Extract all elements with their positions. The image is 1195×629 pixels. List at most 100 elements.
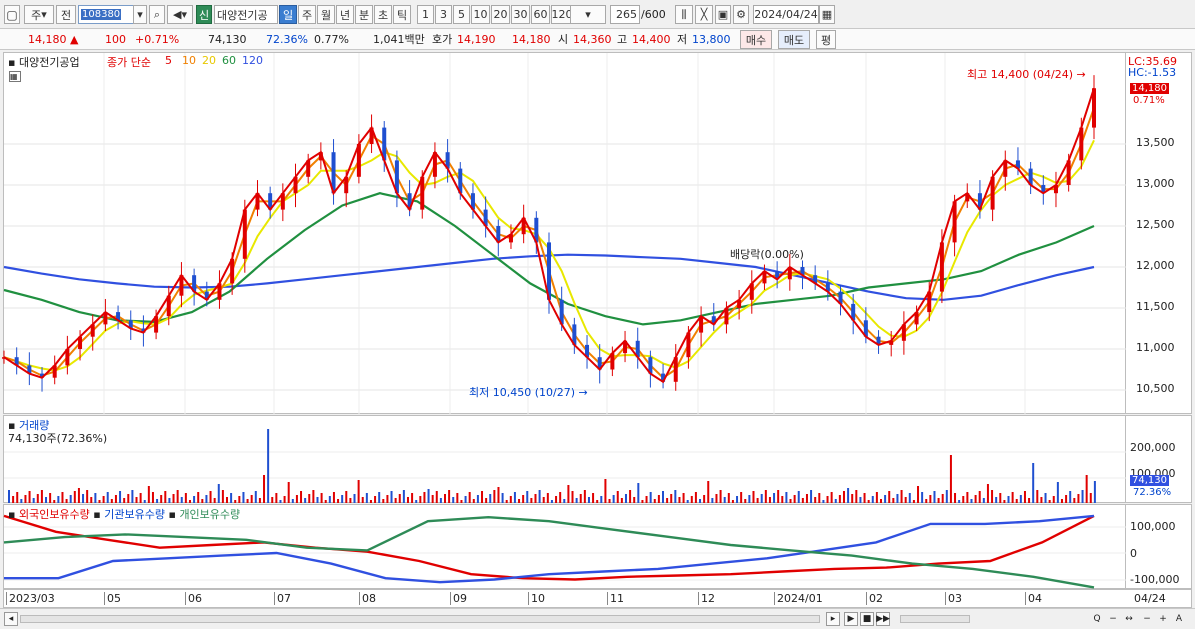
code-dropdown-icon[interactable]: ▾ bbox=[133, 5, 147, 24]
minute-button-4[interactable]: 20 bbox=[491, 5, 510, 24]
volume-bar-217 bbox=[900, 490, 903, 503]
volume-bar-125 bbox=[522, 495, 525, 503]
stop-icon[interactable]: ■ bbox=[860, 612, 874, 626]
date-input[interactable]: 2024/04/24 bbox=[753, 5, 819, 24]
search-icon[interactable]: ⌕ bbox=[149, 5, 165, 24]
period-tab-2[interactable]: 월 bbox=[317, 5, 335, 24]
volume-bar-120 bbox=[501, 493, 504, 503]
volume-bar-61 bbox=[258, 498, 261, 503]
save-icon[interactable]: ▣ bbox=[715, 5, 731, 24]
x-tick-2: 06 bbox=[185, 592, 202, 605]
volume-bar-215 bbox=[892, 498, 895, 503]
x-tick-12: 04 bbox=[1025, 592, 1042, 605]
volume-bar-9 bbox=[45, 497, 48, 503]
minus-icon[interactable]: − bbox=[1106, 612, 1120, 626]
volume-bar-154 bbox=[641, 500, 644, 503]
window-icon[interactable]: ▢ bbox=[4, 5, 20, 24]
period-tab-6[interactable]: 틱 bbox=[393, 5, 411, 24]
volume-bar-249 bbox=[1032, 463, 1035, 503]
scroll-right-icon[interactable]: ▸ bbox=[826, 612, 840, 626]
minute-button-6[interactable]: 60 bbox=[531, 5, 550, 24]
fast-forward-icon[interactable]: ▶▶ bbox=[876, 612, 890, 626]
sell-button[interactable]: 매도 bbox=[778, 30, 810, 49]
sound-icon[interactable]: ◀▾ bbox=[167, 5, 193, 24]
count-input[interactable]: 265 bbox=[610, 5, 640, 24]
volume-bar-163 bbox=[678, 497, 681, 503]
period-tab-3[interactable]: 년 bbox=[336, 5, 354, 24]
volume-bar-52 bbox=[221, 490, 224, 503]
period-tab-4[interactable]: 분 bbox=[355, 5, 373, 24]
volume-bar-99 bbox=[415, 500, 418, 503]
volume-bar-237 bbox=[982, 498, 985, 503]
volume-bar-75 bbox=[316, 497, 319, 503]
volume-bar-121 bbox=[505, 500, 508, 503]
volume-bar-32 bbox=[139, 493, 142, 503]
eval-button[interactable]: 평 bbox=[816, 30, 836, 49]
volume-bar-116 bbox=[485, 498, 488, 503]
period-tab-0[interactable]: 일 bbox=[279, 5, 297, 24]
volume-bar-146 bbox=[608, 499, 611, 503]
zoom-track[interactable] bbox=[900, 615, 970, 623]
add-icon[interactable]: + bbox=[1156, 612, 1170, 626]
zoom-in-icon[interactable]: Q bbox=[1090, 612, 1104, 626]
volume-bar-5 bbox=[28, 491, 31, 503]
volume-bar-180 bbox=[748, 495, 751, 503]
volume-bar-222 bbox=[921, 492, 924, 503]
minute-button-3[interactable]: 10 bbox=[471, 5, 490, 24]
volume-bar-107 bbox=[448, 490, 451, 503]
volume-bar-224 bbox=[929, 495, 932, 503]
volume-bar-11 bbox=[53, 500, 56, 503]
candle-type-icon[interactable]: ⫼ bbox=[675, 5, 693, 24]
volume-bar-30 bbox=[131, 490, 134, 503]
minute-button-0[interactable]: 1 bbox=[417, 5, 434, 24]
expand-icon[interactable]: ↔ bbox=[1122, 612, 1136, 626]
scroll-left-icon[interactable]: ◂ bbox=[4, 612, 18, 626]
gear-icon[interactable]: ⚙ bbox=[733, 5, 749, 24]
volume-chart-svg bbox=[4, 429, 1127, 503]
volume-bar-28 bbox=[123, 498, 126, 503]
volume-bar-176 bbox=[731, 500, 734, 503]
scroll-track[interactable] bbox=[20, 615, 820, 623]
volume-bar-0 bbox=[8, 490, 10, 503]
volume-bar-197 bbox=[818, 493, 821, 503]
volume-bar-97 bbox=[406, 497, 409, 503]
collapse-icon[interactable]: − bbox=[1140, 612, 1154, 626]
period-tab-1[interactable]: 주 bbox=[298, 5, 316, 24]
volume-axis: 200,000 100,000 74,130 72.36% bbox=[1126, 415, 1192, 503]
volume-bar-88 bbox=[369, 500, 372, 503]
volume-bar-95 bbox=[398, 494, 401, 503]
search-type-button[interactable]: 전 bbox=[56, 5, 76, 24]
ma-legend-20: 20 bbox=[202, 54, 216, 67]
price-chart-panel[interactable]: ▪ 대양전기공업 종가 단순 5 10 20 60 120 ▦ 최고 14,400 (0… bbox=[2, 52, 1127, 415]
minute-button-1[interactable]: 3 bbox=[435, 5, 452, 24]
minute-button-5[interactable]: 30 bbox=[511, 5, 530, 24]
period-tab-5[interactable]: 초 bbox=[374, 5, 392, 24]
volume-bar-155 bbox=[645, 496, 648, 503]
volume-bar-122 bbox=[509, 496, 512, 503]
calendar-icon[interactable]: ▦ bbox=[819, 5, 835, 24]
market-type-select[interactable]: 주 ▾ bbox=[24, 5, 54, 24]
volume-bar-98 bbox=[411, 493, 414, 503]
trend-tool-icon[interactable]: ╳ bbox=[695, 5, 713, 24]
volume-panel[interactable]: ▪ 거래량 74,130주(72.36%) bbox=[3, 415, 1127, 503]
volume-bar-26 bbox=[114, 495, 117, 503]
minute-button-2[interactable]: 5 bbox=[453, 5, 470, 24]
chart-menu-icon[interactable]: ▦ bbox=[9, 71, 21, 82]
holders-panel[interactable]: ▪ 외국인보유수량 ▪ 기관보유수량 ▪ 개인보유수량 bbox=[3, 504, 1127, 589]
open-label: 시 bbox=[558, 33, 569, 46]
volume-bar-191 bbox=[793, 495, 796, 503]
play-icon[interactable]: ▶ bbox=[844, 612, 858, 626]
volume-bar-115 bbox=[481, 491, 484, 503]
x-axis: 2023/03 05 06 07 08 09 10 11 12 2024/01 02 03 04 04/… bbox=[3, 589, 1192, 608]
custom-period-select[interactable]: ▾ bbox=[570, 5, 606, 24]
volume-bar-37 bbox=[160, 495, 163, 503]
volume-bar-259 bbox=[1073, 498, 1076, 503]
hold-tick-neg100k: -100,000 bbox=[1130, 573, 1180, 586]
volume-bar-243 bbox=[1007, 496, 1010, 503]
volume-bar-258 bbox=[1069, 491, 1072, 503]
price-tick-2: 12,500 bbox=[1136, 218, 1175, 231]
volume-bar-72 bbox=[304, 498, 307, 503]
font-size-icon[interactable]: A bbox=[1172, 612, 1186, 626]
volume-bar-171 bbox=[711, 498, 714, 503]
buy-button[interactable]: 매수 bbox=[740, 30, 772, 49]
